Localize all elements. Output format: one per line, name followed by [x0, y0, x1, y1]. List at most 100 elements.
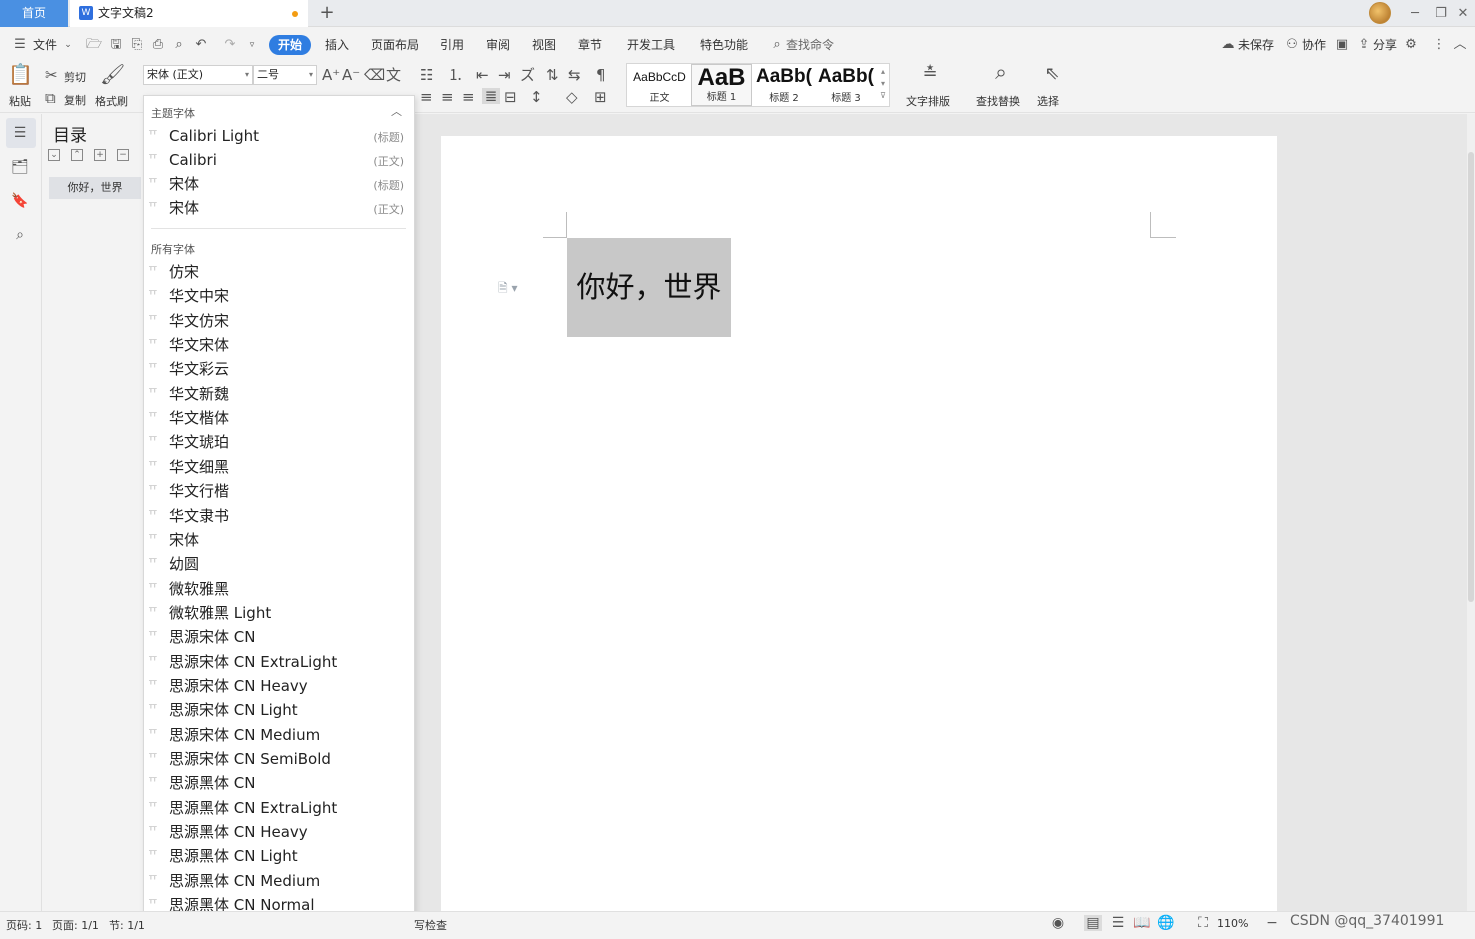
show-marks-icon[interactable]: ¶	[596, 67, 606, 83]
toc-icon[interactable]: ☰	[10, 123, 30, 143]
menu-tab-page-layout[interactable]: 页面布局	[371, 36, 419, 54]
section-status[interactable]: 节: 1/1	[109, 917, 145, 933]
paragraph-handle-icon[interactable]: 🗎 ▾	[498, 279, 518, 300]
format-painter-label[interactable]: 格式刷	[95, 93, 128, 109]
increase-indent-icon[interactable]: ⇥	[498, 67, 511, 83]
toc-entry[interactable]: 你好，世界	[49, 177, 141, 199]
font-list-item[interactable]: ᵀᵀ 宋体	[144, 528, 414, 552]
chinese-layout-icon[interactable]: ズ	[520, 67, 535, 83]
shading-icon[interactable]: ◇	[566, 89, 578, 105]
zoom-out-icon[interactable]: −	[1263, 915, 1281, 931]
clear-format-icon[interactable]: ⌫	[364, 67, 385, 83]
close-icon[interactable]: ✕	[1450, 0, 1475, 27]
format-painter-icon[interactable]: 🖌	[100, 64, 125, 84]
theme-font-item[interactable]: ᵀᵀ Calibri Light (标题)	[144, 124, 414, 148]
reading-view-icon[interactable]: 📖	[1133, 915, 1151, 931]
cut-button[interactable]: 剪切	[64, 69, 86, 85]
font-size-select[interactable]: 二号 ▾	[253, 65, 317, 85]
style-heading-1[interactable]: AaB 标题 1	[691, 64, 752, 106]
tab-document[interactable]: W 文字文稿2	[70, 0, 308, 27]
ai-doc-icon[interactable]: ▣	[1334, 37, 1350, 53]
text-layout-button[interactable]: 文字排版	[906, 93, 950, 109]
font-list-item[interactable]: ᵀᵀ 华文中宋	[144, 284, 414, 308]
save-icon[interactable]: 🖫	[108, 37, 124, 53]
menu-tab-start[interactable]: 开始	[269, 35, 311, 55]
collapse-ribbon-icon[interactable]: ︿	[1452, 37, 1468, 53]
font-list-item[interactable]: ᵀᵀ 思源宋体 CN ExtraLight	[144, 650, 414, 674]
justify-icon[interactable]: ≣	[482, 88, 500, 104]
text-direction-icon[interactable]: ⇆	[568, 67, 581, 83]
collapse-icon[interactable]: ︿	[391, 103, 402, 119]
phonetic-guide-icon[interactable]: 文	[386, 67, 401, 83]
bookmark-icon[interactable]: 🔖	[10, 191, 30, 211]
collapse-all-icon[interactable]: ⌃	[71, 149, 83, 161]
menu-tab-view[interactable]: 视图	[532, 36, 556, 54]
search-icon[interactable]: ⌕	[10, 225, 30, 245]
font-list-item[interactable]: ᵀᵀ 华文楷体	[144, 406, 414, 430]
align-center-icon[interactable]: ≡	[441, 89, 454, 105]
more-icon[interactable]: ⋮	[1431, 37, 1447, 53]
font-list-item[interactable]: ᵀᵀ 华文细黑	[144, 455, 414, 479]
menu-file[interactable]: 文件	[33, 36, 57, 54]
page-status[interactable]: 页面: 1/1	[52, 917, 99, 933]
shrink-font-icon[interactable]: A⁻	[342, 67, 360, 83]
font-list-item[interactable]: ᵀᵀ 微软雅黑 Light	[144, 601, 414, 625]
page-view-icon[interactable]: ▤	[1084, 915, 1102, 931]
outline-view-icon[interactable]: ☰	[1109, 915, 1127, 931]
sort-icon[interactable]: ⇅	[546, 67, 559, 83]
avatar[interactable]	[1369, 2, 1391, 24]
menu-tab-insert[interactable]: 插入	[325, 36, 349, 54]
find-replace-button[interactable]: 查找替换	[976, 93, 1020, 109]
print-preview-icon[interactable]: ⌕	[171, 37, 187, 53]
align-left-icon[interactable]: ≡	[420, 89, 433, 105]
decrease-indent-icon[interactable]: ⇤	[476, 67, 489, 83]
share-button[interactable]: 分享	[1373, 36, 1397, 54]
font-list-item[interactable]: ᵀᵀ 仿宋	[144, 260, 414, 284]
spell-check-status[interactable]: 写检查	[414, 917, 447, 933]
font-list-item[interactable]: ᵀᵀ 思源宋体 CN Medium	[144, 723, 414, 747]
menu-tab-review[interactable]: 审阅	[486, 36, 510, 54]
font-list-item[interactable]: ᵀᵀ 思源黑体 CN	[144, 771, 414, 795]
collaborate-button[interactable]: 协作	[1302, 36, 1326, 54]
font-list-item[interactable]: ᵀᵀ 华文新魏	[144, 382, 414, 406]
font-list-item[interactable]: ᵀᵀ 华文仿宋	[144, 309, 414, 333]
eye-protection-icon[interactable]: ◉	[1049, 915, 1067, 931]
font-list-item[interactable]: ᵀᵀ 思源宋体 CN SemiBold	[144, 747, 414, 771]
font-list-item[interactable]: ᵀᵀ 思源宋体 CN Heavy	[144, 674, 414, 698]
font-list-item[interactable]: ᵀᵀ 思源黑体 CN Heavy	[144, 820, 414, 844]
export-pdf-icon[interactable]: ⎘	[129, 37, 145, 53]
font-name-select[interactable]: 宋体 (正文) ▾	[143, 65, 253, 85]
menu-tab-special[interactable]: 特色功能	[700, 36, 748, 54]
settings-icon[interactable]: ⚙	[1403, 37, 1419, 53]
menu-tab-dev-tools[interactable]: 开发工具	[627, 36, 675, 54]
menu-tab-chapter[interactable]: 章节	[578, 36, 602, 54]
copy-button[interactable]: 复制	[64, 92, 86, 108]
grow-font-icon[interactable]: A⁺	[322, 67, 340, 83]
web-view-icon[interactable]: 🌐	[1157, 915, 1175, 931]
font-list-item[interactable]: ᵀᵀ 华文行楷	[144, 479, 414, 503]
theme-font-item[interactable]: ᵀᵀ 宋体 (正文)	[144, 196, 414, 220]
font-list-item[interactable]: ᵀᵀ 微软雅黑	[144, 577, 414, 601]
font-list-item[interactable]: ᵀᵀ 华文彩云	[144, 357, 414, 381]
search-command-input[interactable]: 查找命令	[786, 36, 834, 54]
font-list-item[interactable]: ᵀᵀ 思源黑体 CN Light	[144, 844, 414, 868]
font-list-item[interactable]: ᵀᵀ 思源宋体 CN Light	[144, 698, 414, 722]
align-right-icon[interactable]: ≡	[462, 89, 475, 105]
minimize-icon[interactable]: ─	[1402, 0, 1428, 27]
theme-font-item[interactable]: ᵀᵀ Calibri (正文)	[144, 148, 414, 172]
font-list-item[interactable]: ᵀᵀ 思源宋体 CN	[144, 625, 414, 649]
style-heading-3[interactable]: AaBb( 标题 3	[815, 64, 877, 106]
styles-scroll-icon[interactable]: ▴ ▾ ⊽	[878, 66, 888, 102]
borders-icon[interactable]: ⊞	[594, 89, 607, 105]
theme-font-item[interactable]: ᵀᵀ 宋体 (标题)	[144, 172, 414, 196]
scrollbar-thumb[interactable]	[1468, 152, 1474, 602]
font-list-item[interactable]: ᵀᵀ 思源黑体 CN Medium	[144, 869, 414, 893]
print-icon[interactable]: ⎙	[150, 37, 166, 53]
font-dropdown[interactable]: 主题字体 ︿ ᵀᵀ Calibri Light (标题) ᵀᵀ Calibri (正文) ᵀ…	[143, 95, 415, 939]
expand-all-icon[interactable]: ⌄	[48, 149, 60, 161]
chevron-down-icon[interactable]: ⌄	[60, 37, 76, 53]
unsaved-status[interactable]: 未保存	[1238, 36, 1274, 54]
add-heading-icon[interactable]: +	[94, 149, 106, 161]
paste-label[interactable]: 粘贴	[9, 93, 31, 109]
bullets-icon[interactable]: ☷	[420, 67, 433, 83]
